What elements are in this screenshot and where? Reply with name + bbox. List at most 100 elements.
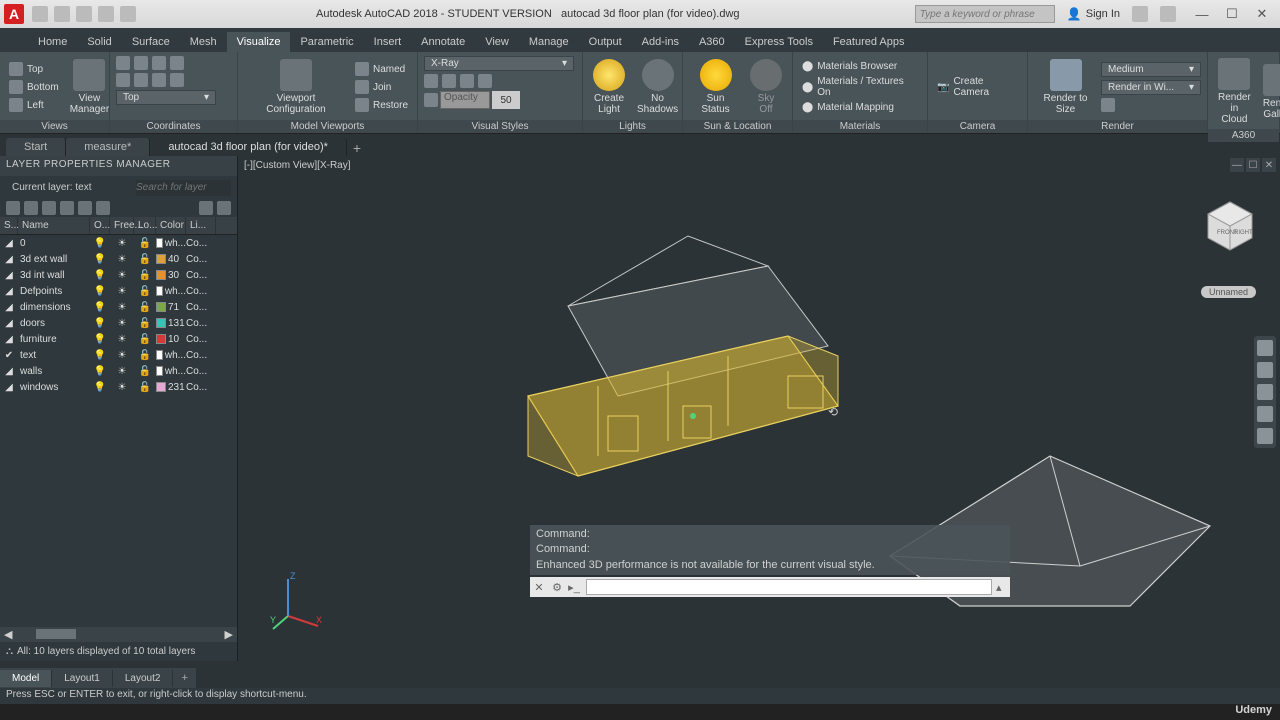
named-viewports-button[interactable]: Named (352, 61, 411, 77)
ribbon-tab-parametric[interactable]: Parametric (290, 32, 363, 52)
layer-row[interactable]: ◢windows💡☀🔓231Co... (0, 379, 237, 395)
doc-tab[interactable]: autocad 3d floor plan (for video)* (150, 138, 347, 156)
close-icon[interactable]: ✕ (1248, 4, 1276, 24)
sign-in-button[interactable]: Sign In (1067, 7, 1120, 21)
viewport-minimize-icon[interactable]: — (1230, 158, 1244, 172)
opacity-value[interactable]: 50 (492, 91, 520, 109)
layer-row[interactable]: ◢furniture💡☀🔓10Co... (0, 331, 237, 347)
vs-icon[interactable] (460, 74, 474, 88)
steering-wheel-icon[interactable] (1257, 340, 1273, 356)
viewport-label[interactable]: [-][Custom View][X-Ray] (244, 160, 351, 171)
settings-icon[interactable] (217, 201, 231, 215)
view-bottom[interactable]: Bottom (6, 79, 62, 95)
layer-search-input[interactable] (136, 180, 231, 196)
layout-tab-layout1[interactable]: Layout1 (52, 670, 113, 687)
viewport-maximize-icon[interactable]: ☐ (1246, 158, 1260, 172)
layer-row[interactable]: ◢3d int wall💡☀🔓30Co... (0, 267, 237, 283)
materials-browser-button[interactable]: ⬤Materials Browser (799, 60, 921, 73)
command-config-icon[interactable]: ⚙ (548, 581, 566, 594)
command-input[interactable] (586, 579, 992, 595)
ribbon-tab-solid[interactable]: Solid (77, 32, 121, 52)
ribbon-tab-manage[interactable]: Manage (519, 32, 579, 52)
ribbon-tab-a360[interactable]: A360 (689, 32, 735, 52)
material-mapping-button[interactable]: ⬤Material Mapping (799, 101, 921, 114)
orbit-icon[interactable] (1257, 406, 1273, 422)
doc-tab[interactable]: Start (6, 138, 66, 156)
ribbon-tab-visualize[interactable]: Visualize (227, 32, 291, 52)
qat-save-icon[interactable] (76, 6, 92, 22)
view-name-badge[interactable]: Unnamed (1201, 286, 1256, 298)
ribbon-tab-surface[interactable]: Surface (122, 32, 180, 52)
create-light-button[interactable]: Create Light (589, 57, 629, 117)
sun-status-button[interactable]: Sun Status (689, 57, 742, 117)
doc-tab[interactable]: measure* (66, 138, 150, 156)
showmotion-icon[interactable] (1257, 428, 1273, 444)
new-layout-button[interactable]: + (173, 672, 195, 684)
restore-viewports-button[interactable]: Restore (352, 97, 411, 113)
create-camera-button[interactable]: 📷Create Camera (934, 75, 1021, 99)
command-recent-icon[interactable]: ▴ (996, 581, 1010, 594)
app-logo[interactable]: A (4, 4, 24, 24)
ribbon-tab-output[interactable]: Output (579, 32, 632, 52)
ucs-indicator[interactable]: Z X Y (268, 571, 328, 631)
house-3d-model[interactable]: ⟲ (508, 216, 868, 496)
render-to-size-button[interactable]: Render to Size (1034, 57, 1097, 117)
layer-row[interactable]: ◢0💡☀🔓wh...Co... (0, 235, 237, 251)
materials-textures-button[interactable]: ⬤Materials / Textures On (799, 75, 921, 99)
view-manager-button[interactable]: View Manager (66, 57, 113, 117)
delete-layer-icon[interactable] (42, 201, 56, 215)
model-viewport[interactable]: [-][Custom View][X-Ray] — ☐ ✕ FRONT RIGH… (238, 156, 1280, 661)
qat-open-icon[interactable] (54, 6, 70, 22)
viewport-config-button[interactable]: Viewport Configuration (244, 57, 348, 117)
layout-tab-layout2[interactable]: Layout2 (113, 670, 174, 687)
ribbon-tab-add-ins[interactable]: Add-ins (632, 32, 689, 52)
ucs-icon[interactable] (116, 56, 130, 70)
layout-tab-model[interactable]: Model (0, 670, 52, 687)
zoom-icon[interactable] (1257, 384, 1273, 400)
sky-button[interactable]: Sky Off (746, 57, 786, 117)
ribbon-tab-annotate[interactable]: Annotate (411, 32, 475, 52)
pan-icon[interactable] (1257, 362, 1273, 378)
new-doc-button[interactable]: + (347, 140, 367, 156)
render-cloud-button[interactable]: Render in Cloud (1214, 56, 1255, 127)
ucs-icon[interactable] (152, 73, 166, 87)
qat-undo-icon[interactable] (98, 6, 114, 22)
view-top[interactable]: Top (6, 61, 62, 77)
view-cube[interactable]: FRONT RIGHT (1200, 196, 1260, 256)
exchange-icon[interactable] (1132, 6, 1148, 22)
render-gallery-button[interactable]: Render Gallery (1259, 62, 1280, 122)
shadows-button[interactable]: No Shadows (633, 57, 682, 117)
viewport-close-icon[interactable]: ✕ (1262, 158, 1276, 172)
join-viewports-button[interactable]: Join (352, 79, 411, 95)
ucs-icon[interactable] (134, 56, 148, 70)
layer-row[interactable]: ◢Defpoints💡☀🔓wh...Co... (0, 283, 237, 299)
layer-state-icon[interactable] (96, 201, 110, 215)
ucs-icon[interactable] (170, 73, 184, 87)
ucs-icon[interactable] (116, 73, 130, 87)
layer-scrollbar[interactable]: ◀▶ (0, 627, 237, 641)
ucs-dropdown[interactable]: Top (116, 90, 216, 105)
vs-icon[interactable] (424, 74, 438, 88)
layer-row[interactable]: ◢walls💡☀🔓wh...Co... (0, 363, 237, 379)
help-icon[interactable] (1160, 6, 1176, 22)
ribbon-tab-home[interactable]: Home (28, 32, 77, 52)
layer-row[interactable]: ✔text💡☀🔓wh...Co... (0, 347, 237, 363)
layer-row[interactable]: ◢doors💡☀🔓131Co... (0, 315, 237, 331)
ucs-icon[interactable] (134, 73, 148, 87)
ribbon-tab-mesh[interactable]: Mesh (180, 32, 227, 52)
minimize-icon[interactable]: — (1188, 4, 1216, 24)
refresh-icon[interactable] (199, 201, 213, 215)
qat-new-icon[interactable] (32, 6, 48, 22)
layer-row[interactable]: ◢3d ext wall💡☀🔓40Co... (0, 251, 237, 267)
vs-icon[interactable] (442, 74, 456, 88)
render-quality-dropdown[interactable]: Medium (1101, 62, 1201, 77)
ucs-icon[interactable] (170, 56, 184, 70)
layer-state-icon[interactable] (78, 201, 92, 215)
render-misc-icon[interactable] (1101, 98, 1115, 112)
visual-style-dropdown[interactable]: X-Ray (424, 56, 574, 71)
vs-icon[interactable] (478, 74, 492, 88)
qat-redo-icon[interactable] (120, 6, 136, 22)
ribbon-tab-express-tools[interactable]: Express Tools (735, 32, 823, 52)
ucs-icon[interactable] (152, 56, 166, 70)
ribbon-tab-featured-apps[interactable]: Featured Apps (823, 32, 915, 52)
